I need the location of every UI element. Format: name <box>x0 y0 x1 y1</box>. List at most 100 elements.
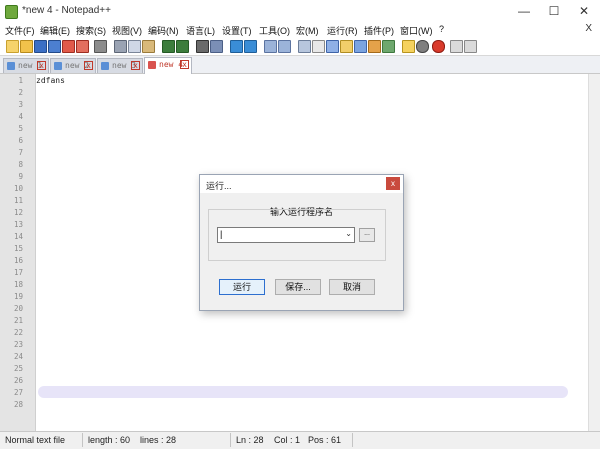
line-number: 7 <box>18 148 23 157</box>
open-file-icon[interactable] <box>20 40 33 53</box>
tab-new-3[interactable]: new 3 x <box>97 58 143 73</box>
program-input-value[interactable]: | <box>220 229 222 239</box>
tab-new-4[interactable]: new 4 x <box>144 57 192 74</box>
line-number: 28 <box>13 400 23 409</box>
menu-edit[interactable]: 编辑(E) <box>40 24 70 37</box>
line-number: 21 <box>13 316 23 325</box>
indent-guide-icon[interactable] <box>326 40 339 53</box>
line-number: 26 <box>13 376 23 385</box>
status-length: length : 60 <box>88 435 131 445</box>
replace-icon[interactable] <box>210 40 223 53</box>
sync-v-icon[interactable] <box>264 40 277 53</box>
line-number: 9 <box>18 172 23 181</box>
run-button[interactable]: 运行 <box>219 279 265 295</box>
undo-icon[interactable] <box>162 40 175 53</box>
close-icon[interactable] <box>62 40 75 53</box>
menu-view[interactable]: 视图(V) <box>112 24 142 37</box>
line-number: 17 <box>13 268 23 277</box>
status-lines: lines : 28 <box>140 435 177 445</box>
notepadpp-app-icon <box>5 5 18 19</box>
vertical-scrollbar[interactable] <box>588 74 600 431</box>
status-col: Col : 1 <box>274 435 301 445</box>
menu-run[interactable]: 运行(R) <box>327 24 358 37</box>
line-number: 24 <box>13 352 23 361</box>
menu-tools[interactable]: 工具(O) <box>259 24 290 37</box>
close-all-icon[interactable] <box>76 40 89 53</box>
menu-language[interactable]: 语言(L) <box>186 24 215 37</box>
line-number: 20 <box>13 304 23 313</box>
save-macro-icon[interactable] <box>464 40 477 53</box>
menu-plugins[interactable]: 插件(P) <box>364 24 394 37</box>
sync-h-icon[interactable] <box>278 40 291 53</box>
show-all-chars-icon[interactable] <box>312 40 325 53</box>
line-number: 12 <box>13 208 23 217</box>
stop-record-icon[interactable] <box>416 40 429 53</box>
save-icon[interactable] <box>34 40 47 53</box>
save-all-icon[interactable] <box>48 40 61 53</box>
current-line-highlight <box>38 386 568 398</box>
redo-icon[interactable] <box>176 40 189 53</box>
zoom-out-icon[interactable] <box>244 40 257 53</box>
record-macro-icon[interactable] <box>402 40 415 53</box>
find-icon[interactable] <box>196 40 209 53</box>
menu-settings[interactable]: 设置(T) <box>222 24 252 37</box>
line-number: 22 <box>13 328 23 337</box>
dialog-close-button[interactable]: x <box>386 177 400 190</box>
monitoring-icon[interactable] <box>382 40 395 53</box>
line-number: 13 <box>13 220 23 229</box>
line-number: 25 <box>13 364 23 373</box>
status-separator <box>352 433 353 447</box>
minimize-button[interactable]: — <box>510 2 538 20</box>
tab-new-2[interactable]: new 2 x <box>50 58 96 73</box>
menu-encoding[interactable]: 编码(N) <box>148 24 179 37</box>
menu-window[interactable]: 窗口(W) <box>400 24 433 37</box>
copy-icon[interactable] <box>128 40 141 53</box>
status-separator <box>230 433 231 447</box>
menu-search[interactable]: 搜索(S) <box>76 24 106 37</box>
folder-as-workspace-icon[interactable] <box>368 40 381 53</box>
line-number: 1 <box>18 76 23 85</box>
line-number: 6 <box>18 136 23 145</box>
chevron-down-icon[interactable]: ⌄ <box>345 229 352 238</box>
status-separator <box>82 433 83 447</box>
toolbar <box>0 37 600 56</box>
cancel-button[interactable]: 取消 <box>329 279 375 295</box>
play-macro-icon[interactable] <box>432 40 445 53</box>
save-button[interactable]: 保存... <box>275 279 321 295</box>
menu-file[interactable]: 文件(F) <box>5 24 35 37</box>
menu-macro[interactable]: 宏(M) <box>296 24 319 37</box>
tab-close-icon[interactable]: x <box>180 60 189 69</box>
close-document-icon[interactable]: X <box>585 23 592 34</box>
close-window-button[interactable]: ✕ <box>570 2 598 20</box>
tab-close-icon[interactable]: x <box>37 61 46 70</box>
tab-close-icon[interactable]: x <box>84 61 93 70</box>
unsaved-document-icon <box>148 61 156 69</box>
tab-new-1[interactable]: new 1 x <box>3 58 49 73</box>
line-number: 3 <box>18 100 23 109</box>
menu-help[interactable]: ? <box>439 24 444 34</box>
browse-button[interactable]: ... <box>359 228 375 242</box>
print-icon[interactable] <box>94 40 107 53</box>
program-combobox[interactable]: | ⌄ <box>217 227 355 243</box>
line-number: 23 <box>13 340 23 349</box>
line-number: 8 <box>18 160 23 169</box>
doc-map-icon[interactable] <box>340 40 353 53</box>
word-wrap-icon[interactable] <box>298 40 311 53</box>
paste-icon[interactable] <box>142 40 155 53</box>
document-icon <box>101 62 109 70</box>
line-number: 27 <box>13 388 23 397</box>
tab-close-icon[interactable]: x <box>131 61 140 70</box>
function-list-icon[interactable] <box>354 40 367 53</box>
tab-bar: new 1 x new 2 x new 3 x new 4 x <box>0 56 600 74</box>
new-file-icon[interactable] <box>6 40 19 53</box>
zoom-in-icon[interactable] <box>230 40 243 53</box>
window-title: *new 4 - Notepad++ <box>22 5 111 16</box>
dialog-title: 运行... <box>206 181 232 191</box>
run-macro-multiple-icon[interactable] <box>450 40 463 53</box>
cut-icon[interactable] <box>114 40 127 53</box>
editor-line-1-text[interactable]: zdfans <box>36 76 65 85</box>
document-icon <box>7 62 15 70</box>
title-bar: *new 4 - Notepad++ — ☐ ✕ <box>0 0 600 22</box>
document-icon <box>54 62 62 70</box>
maximize-button[interactable]: ☐ <box>540 2 568 20</box>
